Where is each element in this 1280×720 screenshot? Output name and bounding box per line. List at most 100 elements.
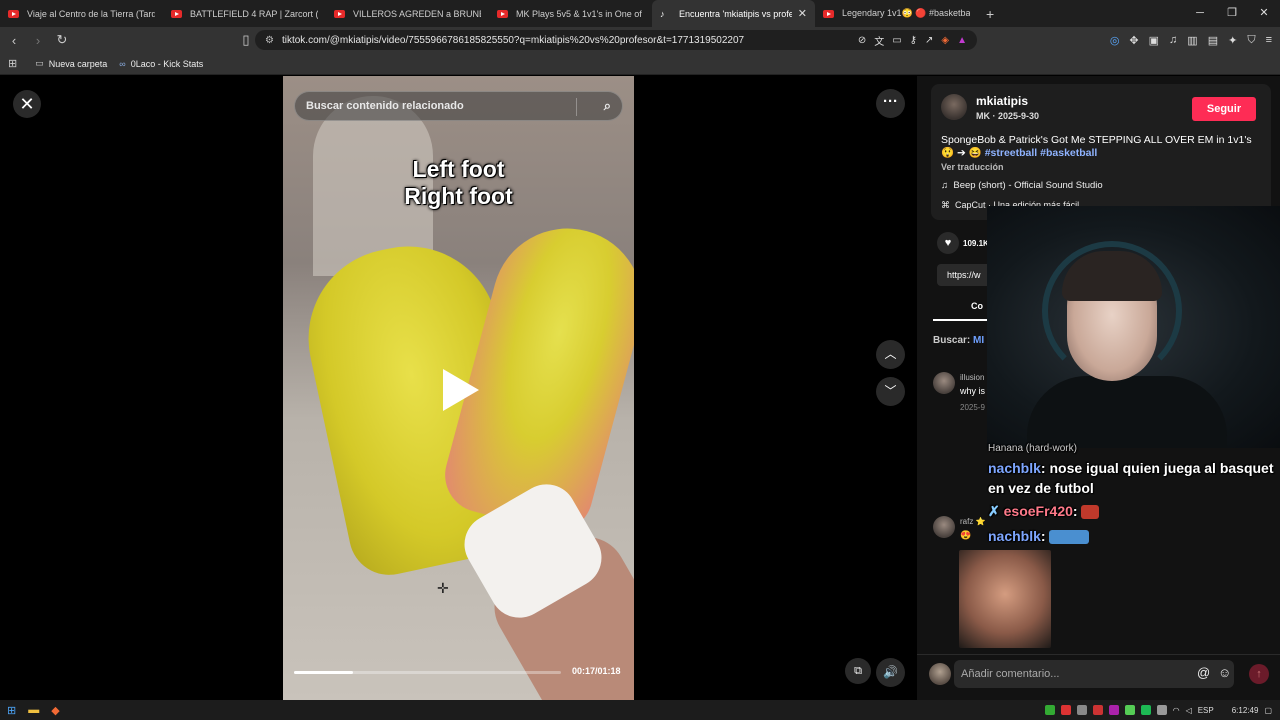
wallet-icon[interactable]: ▤ (1208, 34, 1218, 47)
share-icon[interactable]: ↗ (925, 35, 933, 46)
folder-icon: ▭ (35, 58, 44, 68)
like-stat[interactable]: ♥ 109.1K (937, 232, 989, 254)
chat-faded-line: Hanana (hard-work) (988, 443, 1077, 454)
avatar[interactable] (933, 372, 955, 394)
comment-date: 2025-9 (960, 403, 985, 412)
hashtag-link[interactable]: #basketball (1040, 147, 1097, 159)
tray-icon[interactable] (1044, 705, 1055, 715)
comment-image[interactable] (959, 550, 1051, 648)
music-icon[interactable]: ♫ (1169, 34, 1177, 46)
sidebar-icon[interactable]: ▥ (1187, 34, 1197, 47)
avatar[interactable] (933, 516, 955, 538)
forward-icon[interactable]: › (28, 33, 48, 48)
comment-search-suggestion[interactable]: Buscar: MI (933, 335, 984, 346)
mention-icon[interactable]: @ (1197, 665, 1210, 680)
ai-icon[interactable]: ✦ (1228, 34, 1237, 47)
vpn-icon[interactable]: ⛉ (1247, 34, 1255, 47)
author-meta: MK · 2025-9-30 (976, 111, 1040, 121)
brave-shield-icon[interactable]: ◈ (941, 35, 949, 46)
video-player[interactable]: Buscar contenido relacionado ⌕ Left foot… (283, 76, 634, 700)
comment-composer: Añadir comentario... @ ☺ ↑ (917, 654, 1280, 700)
related-search-input[interactable]: Buscar contenido relacionado ⌕ (294, 91, 623, 121)
windows-start-icon[interactable]: ⊞ (7, 704, 16, 717)
play-icon[interactable] (443, 369, 479, 411)
tab-comments[interactable]: Co (971, 301, 983, 311)
browser-tab[interactable]: BATTLEFIELD 4 RAP | Zarcort (Con Pit (163, 0, 326, 27)
emote (1049, 530, 1090, 545)
tray-icon[interactable] (1140, 705, 1151, 715)
send-icon[interactable]: ↑ (1249, 664, 1269, 684)
volume-tray-icon[interactable]: ◁ (1186, 706, 1192, 715)
tray-icon[interactable] (1108, 705, 1119, 715)
window-controls: ─ ❐ ✕ (1184, 0, 1280, 27)
tray-icon[interactable] (1076, 705, 1087, 715)
author-name[interactable]: mkiatipis (976, 94, 1028, 108)
sound-link[interactable]: ♫ Beep (short) - Official Sound Studio (941, 180, 1103, 191)
volume-icon[interactable]: 🔊 (876, 658, 905, 687)
avatar (929, 663, 951, 685)
bookmark-folder[interactable]: ▭ Nueva carpeta (35, 58, 107, 69)
browser-tab[interactable]: VILLEROS AGREDEN a BRUNENGER y (326, 0, 489, 27)
minimize-icon[interactable]: ─ (1184, 0, 1216, 27)
tray-icon[interactable] (1156, 705, 1167, 715)
see-translation-link[interactable]: Ver traducción (941, 162, 1004, 172)
youtube-icon (823, 9, 834, 18)
comment-author[interactable]: illusion (960, 373, 984, 382)
close-window-icon[interactable]: ✕ (1248, 0, 1280, 27)
previous-video-icon[interactable]: ︿ (876, 340, 905, 369)
hashtag-link[interactable]: #streetball (985, 147, 1038, 159)
notification-icon[interactable]: ▢ (1264, 706, 1272, 715)
wifi-icon[interactable]: ◠ (1173, 706, 1180, 715)
translate-icon[interactable]: 文 (874, 33, 884, 48)
back-icon[interactable]: ‹ (4, 33, 24, 48)
chat-message: ✗ esoeFr420: (988, 503, 1100, 520)
browser-tab[interactable]: Legendary 1v1😳 🔴 #basketball #st (815, 0, 978, 27)
more-options-icon[interactable]: ··· (876, 89, 905, 118)
heart-icon[interactable]: ♥ (937, 232, 959, 254)
site-settings-icon[interactable]: ⚙ (265, 35, 274, 46)
emoji-icon[interactable]: ☺ (1218, 665, 1231, 680)
close-icon[interactable]: ✕ (13, 90, 41, 118)
menu-icon[interactable]: ≡ (1266, 34, 1272, 46)
close-tab-icon[interactable]: ✕ (798, 7, 807, 20)
tray-icon[interactable] (1124, 705, 1135, 715)
address-bar[interactable]: ⚙ tiktok.com/@mkiatipis/video/7555966786… (255, 30, 977, 50)
bookmark-item[interactable]: ∞ 0Laco - Kick Stats (119, 59, 203, 69)
browser-tab[interactable]: Viaje al Centro de la Tierra (Tardé 8 D (0, 0, 163, 27)
tray-icon[interactable] (1092, 705, 1103, 715)
author-avatar[interactable] (941, 94, 967, 120)
brave-browser-icon[interactable]: ◆ (51, 704, 59, 717)
next-video-icon[interactable]: ﹀ (876, 377, 905, 406)
reload-icon[interactable]: ↻ (52, 32, 72, 48)
follow-button[interactable]: Seguir (1192, 97, 1256, 121)
youtube-icon (171, 9, 182, 18)
bookmark-icon[interactable]: ▯ (236, 32, 256, 48)
chat-message: nachblk: nose igual quien juega al basqu… (988, 460, 1274, 496)
video-caption-overlay: Left foot Right foot (404, 156, 513, 209)
new-tab-icon[interactable]: + (986, 6, 994, 22)
youtube-icon (8, 9, 19, 18)
comment-input[interactable]: Añadir comentario... (954, 660, 1234, 688)
clock[interactable]: 6:12:49 (1232, 706, 1259, 715)
bookmarks-bar: ⊞ ▭ Nueva carpeta ∞ 0Laco - Kick Stats (0, 53, 1280, 75)
picture-in-picture-icon[interactable]: ⧉ (845, 658, 871, 684)
apps-grid-icon[interactable]: ⊞ (8, 57, 17, 70)
extension-icon[interactable]: ◎ (1110, 34, 1120, 47)
extensions-area: ◎ ✥ ▣ ♫ ▥ ▤ ✦ ⛉ ≡ (1110, 27, 1272, 53)
video-progress-bar[interactable] (294, 671, 561, 674)
browser-tab-active[interactable]: ♪ Encuentra 'mkiatipis vs profes ✕ (652, 0, 815, 27)
restore-icon[interactable]: ❐ (1216, 0, 1248, 27)
tray-icon[interactable] (1060, 705, 1071, 715)
screenshot-icon[interactable]: ▣ (1149, 34, 1159, 47)
search-icon[interactable]: ⌕ (604, 98, 611, 114)
comment-author[interactable]: rafz ⭐ (960, 517, 986, 526)
puzzle-icon[interactable]: ✥ (1129, 34, 1138, 47)
key-icon[interactable]: ⚷ (910, 35, 917, 46)
video-description: SpongeBob & Patrick's Got Me STEPPING AL… (941, 134, 1252, 159)
mute-icon[interactable]: ⊘ (858, 35, 866, 46)
browser-tab[interactable]: MK Plays 5v5 & 1v1's in One of The M (489, 0, 652, 27)
file-explorer-icon[interactable]: ▬ (28, 704, 39, 716)
cast-icon[interactable]: ▭ (892, 35, 901, 46)
language-indicator[interactable]: ESP (1198, 706, 1214, 715)
brave-rewards-icon[interactable]: ▲ (957, 35, 967, 46)
